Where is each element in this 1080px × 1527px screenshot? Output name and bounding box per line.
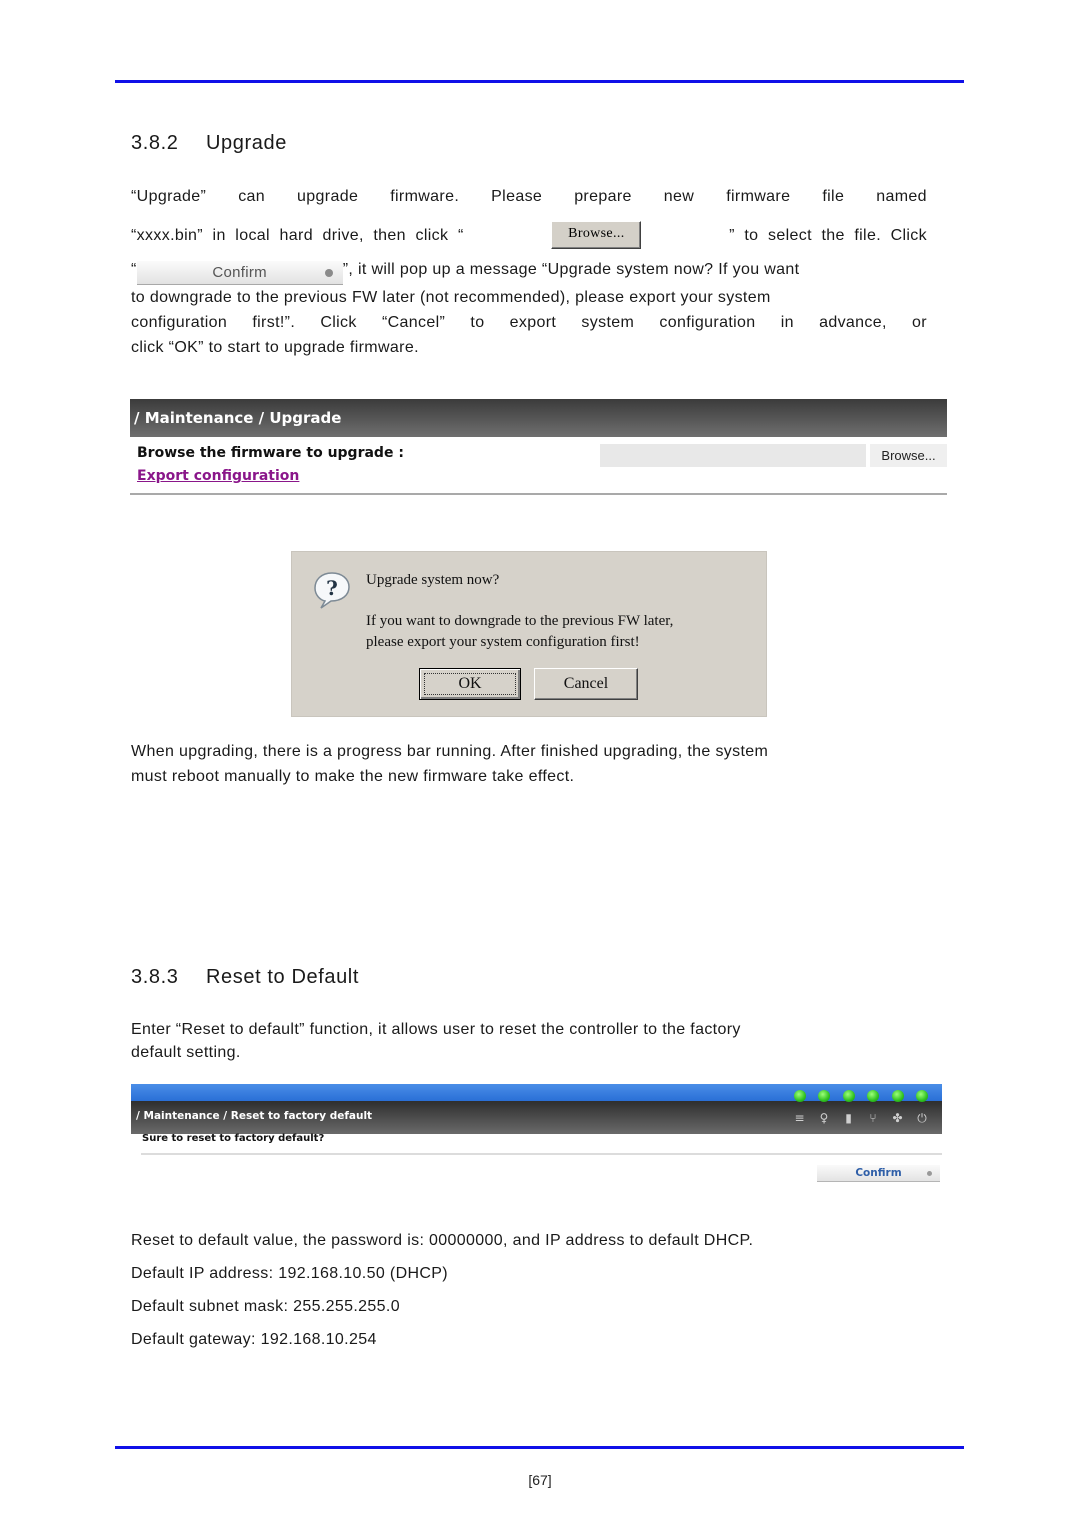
status-led-green	[916, 1090, 928, 1102]
confirm-label: Confirm	[212, 264, 267, 281]
status-led-green	[867, 1090, 879, 1102]
divider	[141, 1153, 942, 1155]
word: can	[238, 188, 266, 205]
inline-browse-button-illustration: Browse...	[551, 221, 642, 249]
intro-text: ” to select the file. Click	[729, 226, 927, 244]
power-plug-icon: ⑂	[869, 1111, 877, 1125]
fan-icon: ✤	[892, 1111, 903, 1125]
confirm-label: Confirm	[855, 1167, 902, 1179]
word: “Cancel”	[381, 314, 446, 331]
status-icons: ≡ ♀ ▮ ⑂ ✤ ⏻	[793, 1110, 930, 1126]
intro-line-3: “Confirm”, it will pop up a message “Upg…	[131, 257, 927, 285]
word: or	[912, 314, 927, 331]
upgrade-intro-paragraph: “Upgrade” can upgrade firmware. Please prepar…	[131, 184, 927, 360]
confirm-button[interactable]: Confirm	[817, 1165, 940, 1182]
section-number: 3.8.3	[131, 966, 179, 988]
export-configuration-link[interactable]: Export configuration	[137, 468, 299, 484]
reset-web-panel: / Maintenance / Reset to factory default…	[131, 1084, 942, 1184]
storage-icon: ≡	[794, 1111, 805, 1125]
word: “Upgrade”	[131, 188, 207, 205]
intro-line-1: “Upgrade” can upgrade firmware. Please prepar…	[131, 184, 927, 209]
defaults-paragraph: Reset to default value, the password is:…	[131, 1224, 927, 1356]
question-icon: ?	[314, 572, 350, 609]
intro-line-2: “xxxx.bin” in local hard drive, then cli…	[131, 221, 927, 249]
divider	[130, 493, 947, 495]
intro-text: ”, it will pop up a message “Upgrade sys…	[342, 261, 800, 278]
section-number: 3.8.2	[131, 132, 179, 154]
dot-icon	[927, 1171, 932, 1176]
after-line-1: When upgrading, there is a progress bar …	[131, 743, 769, 760]
word: advance,	[819, 314, 887, 331]
temperature-icon: ♀	[819, 1111, 829, 1125]
header-rule	[115, 80, 964, 83]
word: system	[581, 314, 635, 331]
status-led-green	[891, 1090, 904, 1102]
dialog-message-line-2: please export your system configuration …	[366, 634, 640, 650]
power-icon: ⏻	[917, 1111, 927, 1125]
after-line-2: must reboot manually to make the new fir…	[131, 768, 575, 785]
intro-line-4: to downgrade to the previous FW later (n…	[131, 289, 771, 306]
firmware-file-input[interactable]	[600, 444, 866, 467]
focus-ring	[424, 673, 516, 695]
reset-intro-paragraph: Enter “Reset to default” function, it al…	[131, 1018, 927, 1064]
ok-button[interactable]: OK	[419, 668, 521, 700]
word: Click	[320, 314, 357, 331]
browse-firmware-label: Browse the firmware to upgrade :	[137, 445, 404, 461]
word: in	[780, 314, 794, 331]
status-led-green	[818, 1090, 830, 1102]
word: Please	[491, 188, 543, 205]
section-title: Reset to Default	[206, 966, 360, 988]
word: first!”.	[252, 314, 296, 331]
word: configuration	[131, 314, 228, 331]
word: named	[876, 188, 927, 205]
reset-intro-line-1: Enter “Reset to default” function, it al…	[131, 1021, 741, 1038]
inline-confirm-button-illustration: Confirm	[136, 261, 343, 285]
status-led-green	[793, 1090, 806, 1102]
reset-question: Sure to reset to factory default?	[142, 1133, 325, 1144]
intro-line-5: configuration first!”. Click “Cancel” to expo…	[131, 310, 927, 335]
section-title: Upgrade	[206, 132, 287, 154]
browse-button[interactable]: Browse...	[870, 444, 947, 467]
device-icon: ▮	[845, 1111, 852, 1125]
default-gateway: Default gateway: 192.168.10.254	[131, 1331, 377, 1348]
breadcrumb: / Maintenance / Reset to factory default	[136, 1110, 373, 1122]
default-subnet: Default subnet mask: 255.255.255.0	[131, 1298, 400, 1315]
cancel-button[interactable]: Cancel	[534, 668, 638, 700]
word: new	[663, 188, 695, 205]
dot-icon	[324, 269, 333, 277]
upgrade-web-panel: / Maintenance / Upgrade Browse the firmw…	[130, 399, 947, 496]
page-number: [67]	[528, 1472, 552, 1488]
section-heading-upgrade: 3.8.2 Upgrade	[131, 132, 287, 155]
upgrade-after-paragraph: When upgrading, there is a progress bar …	[131, 739, 927, 789]
word: upgrade	[297, 188, 359, 205]
defaults-line-1: Reset to default value, the password is:…	[131, 1232, 754, 1249]
intro-text: “xxxx.bin” in local hard drive, then cli…	[131, 226, 464, 244]
dialog-title: Upgrade system now?	[366, 572, 500, 588]
word: firmware	[726, 188, 791, 205]
status-leds	[793, 1090, 928, 1102]
breadcrumb: / Maintenance / Upgrade	[130, 399, 947, 437]
word: configuration	[659, 314, 756, 331]
word: to	[470, 314, 485, 331]
svg-text:?: ?	[326, 576, 338, 600]
intro-line-6: click “OK” to start to upgrade firmware.	[131, 339, 419, 356]
word: prepare	[574, 188, 632, 205]
default-ip: Default IP address: 192.168.10.50 (DHCP)	[131, 1265, 448, 1282]
word: export	[509, 314, 557, 331]
footer-rule	[115, 1446, 964, 1449]
section-heading-reset: 3.8.3 Reset to Default	[131, 966, 359, 989]
dialog-message-line-1: If you want to downgrade to the previous…	[366, 613, 674, 629]
word: file	[822, 188, 845, 205]
upgrade-confirm-dialog: ? Upgrade system now? If you want to dow…	[291, 551, 767, 717]
reset-intro-line-2: default setting.	[131, 1044, 241, 1061]
status-led-green	[842, 1090, 855, 1102]
word: firmware.	[390, 188, 460, 205]
